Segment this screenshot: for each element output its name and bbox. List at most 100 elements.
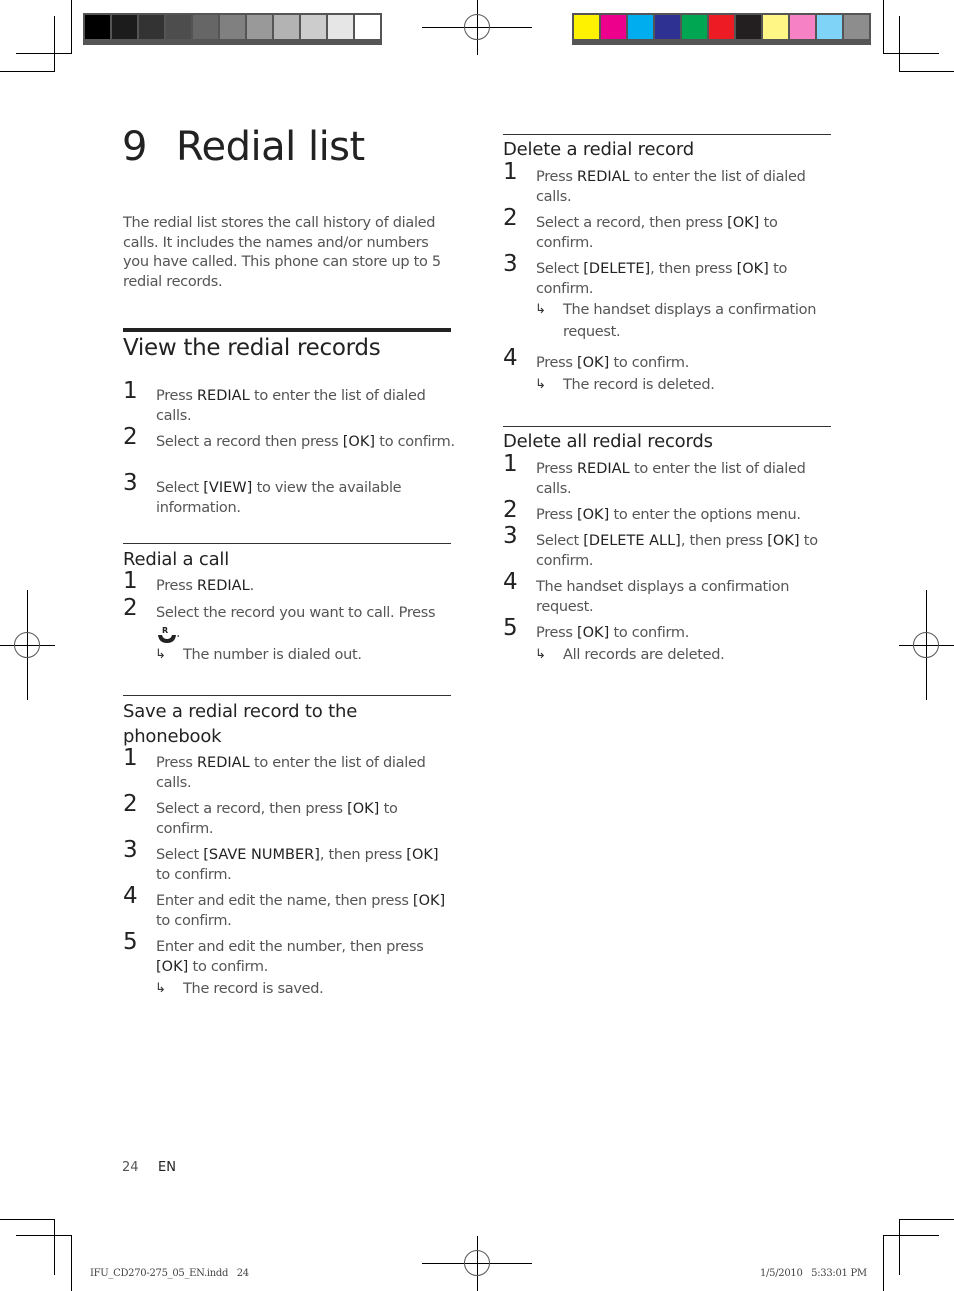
step-text: Select a record then press [156, 434, 343, 450]
crop-mark [899, 1219, 900, 1275]
delete-step-2: 2 Select a record, then press [OK] to co… [503, 207, 836, 253]
step-text: , then press [680, 533, 768, 549]
delete-all-result: ↳ All records are deleted. [535, 644, 725, 666]
gray-swatch [193, 15, 218, 39]
step-number: 3 [503, 251, 518, 277]
delete-all-step-3: 3 Select [DELETE ALL], then press [OK] t… [503, 525, 836, 571]
step-text: to confirm. [609, 625, 690, 641]
crop-mark [883, 1235, 884, 1291]
view-step-1: 1 Press REDIAL to enter the list of dial… [123, 380, 456, 426]
key-label: [OK] [412, 893, 446, 909]
crop-mark [16, 1235, 72, 1236]
step-text: The handset displays a confirmation requ… [536, 579, 790, 615]
delete-all-step-1: 1 Press REDIAL to enter the list of dial… [503, 453, 836, 499]
gray-swatch [328, 15, 353, 39]
result-text: The number is dialed out. [183, 647, 362, 663]
section-heading-delete-record: Delete a redial record [503, 139, 694, 160]
step-text: Enter and edit the number, then press [156, 939, 424, 955]
gray-swatch [355, 15, 380, 39]
section-heading-save-record: Save a redial record to the phonebook [123, 701, 358, 747]
color-swatch [844, 15, 869, 39]
step-text: Select [156, 480, 204, 496]
key-label: [OK] [727, 215, 760, 231]
view-step-2: 2 Select a record then press [OK] to con… [123, 426, 456, 453]
gray-swatch [301, 15, 326, 39]
delete-result-4: ↳ The record is deleted. [535, 374, 715, 396]
step-number: 3 [503, 523, 518, 549]
delete-all-step-5: 5 Press [OK] to confirm. [503, 617, 836, 644]
save-result: ↳ The record is saved. [155, 978, 324, 1000]
key-label: [OK] [156, 958, 189, 975]
save-step-2: 2 Select a record, then press [OK] to co… [123, 793, 456, 839]
color-swatch [682, 15, 707, 39]
crop-mark [899, 16, 900, 72]
step-number: 2 [123, 424, 138, 450]
color-swatch [709, 15, 734, 39]
redial-step-2: 2 Select the record you want to call. Pr… [123, 597, 456, 643]
chapter-title-text: Redial list [176, 124, 365, 170]
save-step-3: 3 Select [SAVE NUMBER], then press [OK] … [123, 839, 456, 885]
section-rule [123, 543, 451, 544]
step-text: to confirm. [609, 355, 690, 371]
crop-mark [71, 0, 72, 54]
step-text: Press [156, 388, 197, 404]
step-text: to confirm. [375, 434, 455, 450]
key-label: [OK] [767, 533, 800, 549]
chapter-title: 9 Redial list [122, 124, 365, 170]
color-swatch [655, 15, 680, 39]
step-text: , then press [650, 261, 737, 277]
result-text: All records are deleted. [563, 647, 725, 663]
step-number: 1 [123, 745, 138, 771]
redial-step-1: 1 Press REDIAL. [123, 570, 456, 597]
step-text: Select a record, then press [156, 801, 348, 817]
delete-step-4: 4 Press [OK] to confirm. [503, 347, 836, 374]
gray-swatch [274, 15, 299, 39]
step-text: Enter and edit the name, then press [156, 893, 413, 909]
gray-swatch [85, 15, 110, 39]
crop-mark [883, 1235, 939, 1236]
redial-result: ↳ The number is dialed out. [155, 644, 362, 666]
step-text: Press [536, 169, 577, 185]
crop-mark [54, 1219, 55, 1275]
section-rule [503, 426, 831, 427]
gray-swatch [220, 15, 245, 39]
step-number: 2 [123, 595, 138, 621]
language-code: EN [158, 1160, 176, 1175]
key-label: [DELETE ALL] [583, 533, 681, 549]
key-label: [SAVE NUMBER] [203, 847, 320, 863]
step-text: Press [536, 625, 577, 641]
key-label: [OK] [342, 434, 375, 450]
result-text: The record is saved. [183, 981, 324, 997]
key-label: [OK] [576, 625, 610, 641]
result-arrow-icon: ↳ [535, 647, 546, 662]
step-number: 5 [503, 615, 518, 641]
result-arrow-icon: ↳ [535, 377, 546, 392]
slug-timestamp: 1/5/2010 5:33:01 PM [760, 1268, 867, 1279]
step-text: Press [536, 507, 577, 523]
crop-mark [883, 0, 884, 54]
step-number: 5 [123, 929, 138, 955]
delete-result-3: ↳ The handset displays a confirmation req… [535, 299, 823, 343]
section-rule [123, 695, 451, 696]
crop-mark [16, 53, 72, 54]
step-number: 1 [123, 568, 138, 594]
key-label: [OK] [736, 261, 769, 277]
step-number: 2 [123, 791, 138, 817]
key-label: REDIAL [196, 755, 250, 771]
crop-mark [71, 1235, 72, 1291]
step-number: 4 [503, 569, 518, 595]
result-text: The handset displays a confirmation requ… [563, 302, 817, 340]
step-number: 3 [123, 470, 138, 496]
gray-swatch [112, 15, 137, 39]
key-label: [OK] [347, 801, 380, 817]
step-text: to enter the options menu. [609, 507, 801, 523]
delete-step-1: 1 Press REDIAL to enter the list of dial… [503, 161, 836, 207]
color-swatch [763, 15, 788, 39]
slug-filename: IFU_CD270-275_05_EN.indd 24 [90, 1268, 249, 1279]
section-rule [503, 134, 831, 135]
result-arrow-icon: ↳ [535, 302, 546, 317]
color-swatch [736, 15, 761, 39]
step-number: 4 [503, 345, 518, 371]
crop-mark [883, 53, 939, 54]
step-text: to confirm. [188, 958, 269, 975]
